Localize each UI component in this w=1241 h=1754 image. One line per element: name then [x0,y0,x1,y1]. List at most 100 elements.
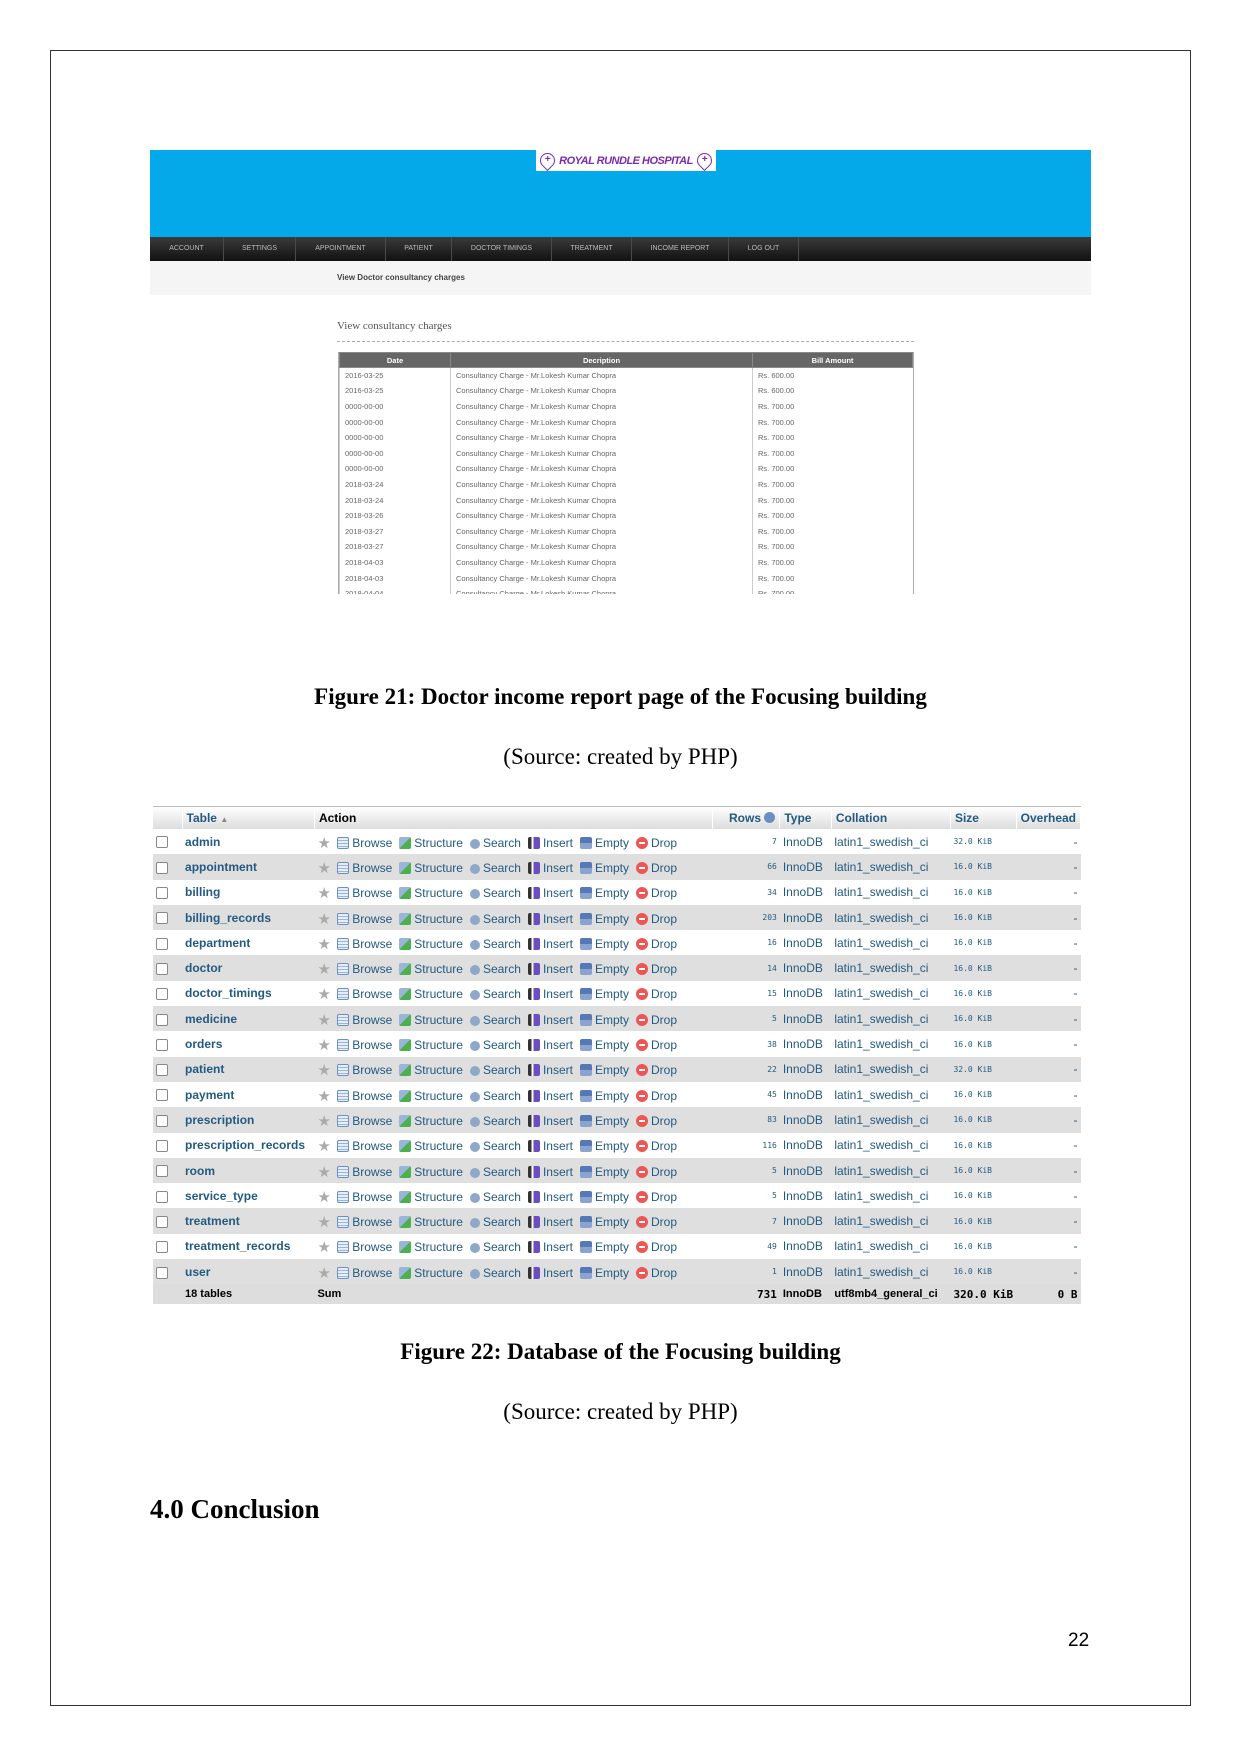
row-checkbox[interactable] [156,836,168,849]
insert-action[interactable]: Insert [527,912,573,926]
structure-action[interactable]: Structure [399,987,463,1001]
table-name-link[interactable]: patient [185,1062,224,1076]
drop-action[interactable]: Drop [636,1114,677,1128]
table-name-link[interactable]: admin [185,835,220,849]
insert-action[interactable]: Insert [527,962,573,976]
table-name-link[interactable]: billing [185,885,220,899]
search-action[interactable]: Search [469,1215,521,1229]
insert-action[interactable]: Insert [527,1240,573,1254]
drop-action[interactable]: Drop [636,836,677,850]
row-checkbox[interactable] [156,1215,168,1228]
nav-item-treatment[interactable]: TREATMENT [552,237,632,261]
insert-action[interactable]: Insert [527,861,573,875]
browse-action[interactable]: Browse [337,861,392,875]
browse-action[interactable]: Browse [337,1240,392,1254]
table-name-link[interactable]: treatment_records [185,1239,290,1253]
star-icon[interactable]: ★ [317,1238,330,1256]
table-name-link[interactable]: room [185,1164,215,1178]
search-action[interactable]: Search [469,861,521,875]
help-icon[interactable] [764,812,776,823]
empty-action[interactable]: Empty [579,1240,629,1254]
browse-action[interactable]: Browse [337,1190,392,1204]
table-name-link[interactable]: billing_records [185,911,271,925]
insert-action[interactable]: Insert [527,1139,573,1153]
table-name-link[interactable]: payment [185,1088,234,1102]
empty-action[interactable]: Empty [579,1190,629,1204]
structure-action[interactable]: Structure [399,836,463,850]
browse-action[interactable]: Browse [337,1114,392,1128]
search-action[interactable]: Search [469,1063,521,1077]
star-icon[interactable]: ★ [317,1137,330,1155]
browse-action[interactable]: Browse [337,1266,392,1280]
star-icon[interactable]: ★ [317,1061,330,1079]
empty-action[interactable]: Empty [579,1063,629,1077]
search-action[interactable]: Search [469,1240,521,1254]
empty-action[interactable]: Empty [579,836,629,850]
empty-action[interactable]: Empty [579,1266,629,1280]
structure-action[interactable]: Structure [399,1215,463,1229]
row-checkbox[interactable] [156,887,168,900]
structure-action[interactable]: Structure [399,937,463,951]
empty-action[interactable]: Empty [579,1038,629,1052]
star-icon[interactable]: ★ [317,1264,330,1282]
browse-action[interactable]: Browse [337,1013,392,1027]
table-name-link[interactable]: prescription_records [185,1138,305,1152]
row-checkbox[interactable] [156,1064,168,1077]
star-icon[interactable]: ★ [317,1036,330,1054]
drop-action[interactable]: Drop [636,987,677,1001]
star-icon[interactable]: ★ [317,859,330,877]
drop-action[interactable]: Drop [636,962,677,976]
browse-action[interactable]: Browse [337,1139,392,1153]
table-name-link[interactable]: appointment [185,860,257,874]
insert-action[interactable]: Insert [527,1114,573,1128]
star-icon[interactable]: ★ [317,1087,330,1105]
row-checkbox[interactable] [156,1140,168,1153]
table-name-link[interactable]: treatment [185,1214,240,1228]
browse-action[interactable]: Browse [337,1165,392,1179]
empty-action[interactable]: Empty [579,937,629,951]
search-action[interactable]: Search [469,1190,521,1204]
row-checkbox[interactable] [156,1013,168,1026]
search-action[interactable]: Search [469,1089,521,1103]
search-action[interactable]: Search [469,1114,521,1128]
table-name-link[interactable]: service_type [185,1189,258,1203]
star-icon[interactable]: ★ [317,960,330,978]
empty-action[interactable]: Empty [579,987,629,1001]
insert-action[interactable]: Insert [527,1038,573,1052]
insert-action[interactable]: Insert [527,886,573,900]
row-checkbox[interactable] [156,912,168,925]
nav-item-appointment[interactable]: APPOINTMENT [296,237,386,261]
nav-item-account[interactable]: ACCOUNT [150,237,224,261]
empty-action[interactable]: Empty [579,1215,629,1229]
star-icon[interactable]: ★ [317,1163,330,1181]
search-action[interactable]: Search [469,1038,521,1052]
search-action[interactable]: Search [469,836,521,850]
browse-action[interactable]: Browse [337,1063,392,1077]
structure-action[interactable]: Structure [399,1013,463,1027]
empty-action[interactable]: Empty [579,962,629,976]
browse-action[interactable]: Browse [337,1089,392,1103]
row-checkbox[interactable] [156,1089,168,1102]
star-icon[interactable]: ★ [317,985,330,1003]
drop-action[interactable]: Drop [636,1266,677,1280]
search-action[interactable]: Search [469,1165,521,1179]
structure-action[interactable]: Structure [399,1190,463,1204]
insert-action[interactable]: Insert [527,1215,573,1229]
drop-action[interactable]: Drop [636,912,677,926]
structure-action[interactable]: Structure [399,1114,463,1128]
drop-action[interactable]: Drop [636,1240,677,1254]
row-checkbox[interactable] [156,1266,168,1279]
structure-action[interactable]: Structure [399,1240,463,1254]
structure-action[interactable]: Structure [399,1139,463,1153]
structure-action[interactable]: Structure [399,1063,463,1077]
star-icon[interactable]: ★ [317,1188,330,1206]
table-name-link[interactable]: prescription [185,1113,254,1127]
search-action[interactable]: Search [469,1013,521,1027]
insert-action[interactable]: Insert [527,1063,573,1077]
star-icon[interactable]: ★ [317,910,330,928]
structure-action[interactable]: Structure [399,1038,463,1052]
star-icon[interactable]: ★ [317,884,330,902]
empty-action[interactable]: Empty [579,886,629,900]
row-checkbox[interactable] [156,861,168,874]
search-action[interactable]: Search [469,987,521,1001]
